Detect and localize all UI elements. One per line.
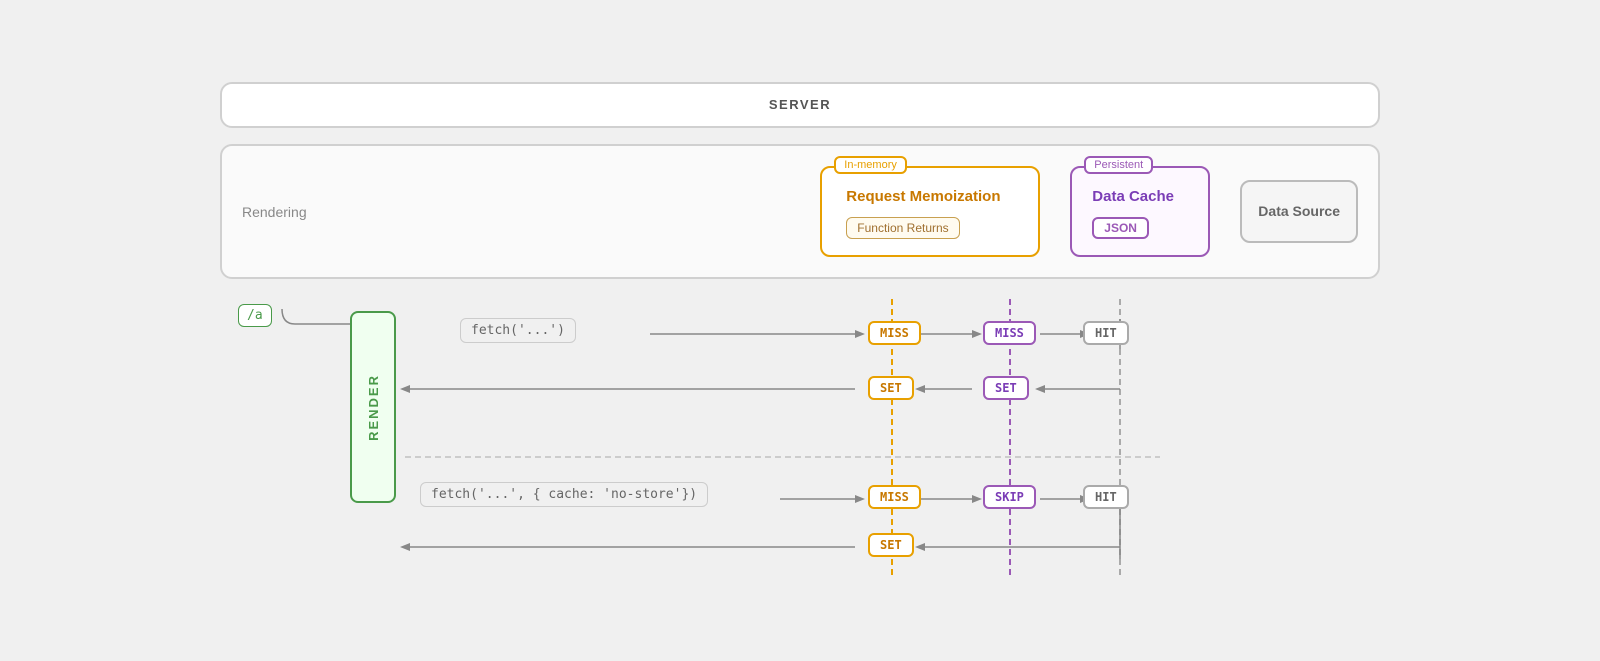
set-orange-1: SET (868, 376, 914, 400)
set-orange-2: SET (868, 533, 914, 557)
fetch-code-1: fetch('...') (460, 321, 576, 339)
in-memory-tag: In-memory (834, 156, 907, 174)
fetch-code-2: fetch('...', { cache: 'no-store'}) (420, 485, 708, 503)
hit-gray-2: HIT (1083, 485, 1129, 509)
rendering-label: Rendering (242, 204, 332, 220)
inner-server-area: Rendering In-memory Request Memoization … (220, 144, 1380, 279)
skip-purple: SKIP (983, 485, 1036, 509)
server-label: SERVER (769, 97, 831, 112)
route-text: /a (238, 304, 272, 327)
json-tag: JSON (1092, 217, 1149, 239)
data-cache-box: Persistent Data Cache JSON (1070, 166, 1210, 257)
data-source-box: Data Source (1240, 180, 1358, 242)
flow-diagram: /a RENDER fetch('...') MISS MISS HIT SET… (220, 299, 1380, 579)
hit-gray-1: HIT (1083, 321, 1129, 345)
miss-orange-2: MISS (868, 485, 921, 509)
data-source-title: Data Source (1258, 202, 1340, 220)
miss-orange-1: MISS (868, 321, 921, 345)
function-returns-tag: Function Returns (846, 217, 959, 239)
render-label: RENDER (366, 374, 381, 441)
set-purple-1: SET (983, 376, 1029, 400)
server-box: SERVER (220, 82, 1380, 128)
miss-purple-1: MISS (983, 321, 1036, 345)
render-box: RENDER (350, 311, 396, 503)
persistent-tag: Persistent (1084, 156, 1153, 174)
memoization-box: In-memory Request Memoization Function R… (820, 166, 1040, 257)
data-cache-title: Data Cache (1092, 188, 1188, 205)
memoization-title: Request Memoization (846, 188, 1014, 205)
